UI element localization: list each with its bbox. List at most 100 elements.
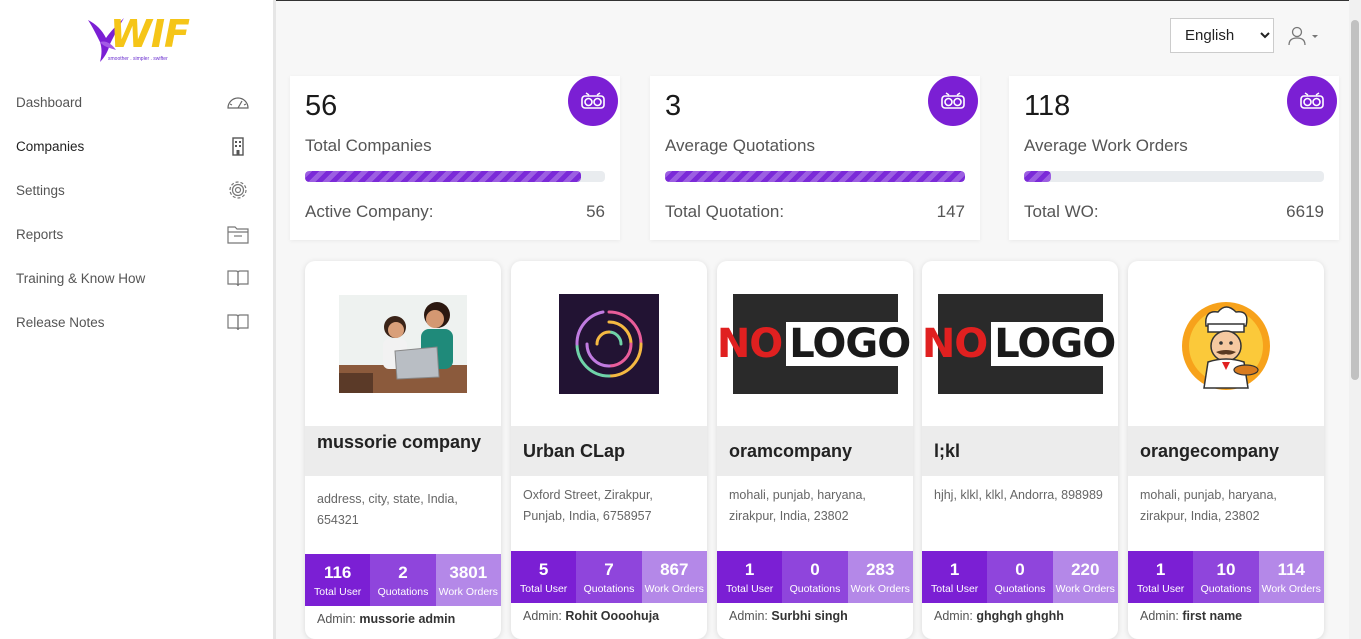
admin-name: Surbhi singh	[771, 609, 848, 623]
total-user-label: Total User	[726, 582, 774, 595]
stat-quotations: 0 Quotations	[782, 551, 848, 603]
sidebar-item-training[interactable]: Training & Know How	[0, 256, 273, 300]
language-select[interactable]: English	[1170, 18, 1274, 53]
admin-prefix: Admin:	[317, 612, 356, 626]
sidebar-item-release-notes[interactable]: Release Notes	[0, 300, 273, 344]
caret-down-icon	[1312, 35, 1318, 38]
stat-progress-fill	[1024, 171, 1051, 182]
stat-quotations: 0 Quotations	[987, 551, 1053, 603]
nologo-no-text: NO	[922, 320, 988, 367]
sidebar-item-dashboard[interactable]: Dashboard	[0, 80, 273, 124]
stat-quotations: 10 Quotations	[1193, 551, 1259, 603]
nologo-no-text: NO	[717, 320, 783, 367]
total-user-label: Total User	[931, 582, 979, 595]
eyes-icon	[941, 92, 965, 109]
company-name[interactable]: Urban CLap	[511, 426, 707, 476]
stat-foot-label: Active Company:	[305, 202, 434, 221]
total-user-value: 116	[323, 562, 352, 582]
company-name[interactable]: oramcompany	[717, 426, 913, 476]
stat-progress-fill	[665, 171, 965, 182]
sidebar-item-label: Reports	[16, 226, 64, 242]
work-orders-value: 867	[660, 559, 689, 579]
no-logo-image: NO LOGO	[922, 293, 1118, 394]
stat-total-user: 1 Total User	[717, 551, 783, 603]
admin-name: Rohit Oooohuja	[565, 609, 660, 623]
nologo-logo-text: LOGO	[991, 321, 1118, 366]
work-orders-value: 283	[866, 559, 895, 579]
stat-foot-value: 147	[936, 202, 965, 221]
eyes-icon	[1300, 92, 1324, 109]
stat-foot-label: Total Quotation:	[665, 202, 785, 221]
company-stats: 1 Total User 0 Quotations 283 Work Order…	[717, 551, 913, 603]
company-card[interactable]: mussorie company address, city, state, I…	[305, 261, 501, 639]
stat-work-orders: 220 Work Orders	[1052, 551, 1118, 603]
quotations-label: Quotations	[583, 582, 635, 595]
company-card[interactable]: NO LOGO l;kl hjhj, klkl, klkl, Andorra, 8…	[922, 261, 1118, 639]
folder-icon	[227, 226, 249, 244]
stat-foot-value: 6619	[1286, 202, 1324, 221]
company-card[interactable]: Urban CLap Oxford Street, Zirakpur, Punj…	[511, 261, 707, 639]
stat-badge	[1287, 76, 1337, 126]
stat-label: Total Companies	[305, 136, 432, 155]
company-photo-image	[339, 294, 467, 393]
user-icon	[1288, 26, 1306, 46]
total-user-value: 1	[1155, 559, 1166, 579]
admin-name: mussorie admin	[359, 612, 456, 626]
quotations-label: Quotations	[994, 582, 1046, 595]
stat-card: 56 Total Companies Active Company: 56	[290, 76, 620, 240]
stat-work-orders: 114 Work Orders	[1258, 551, 1324, 603]
company-address: Oxford Street, Zirakpur, Punjab, India, …	[523, 488, 653, 523]
sidebar: WIF smoother . simpler . swifter Dashboa…	[0, 0, 276, 639]
company-logo-image	[559, 293, 659, 394]
user-menu-button[interactable]	[1288, 24, 1322, 48]
company-name[interactable]: mussorie company	[305, 426, 501, 476]
company-logo	[511, 261, 707, 426]
scrollbar-thumb[interactable]	[1351, 20, 1359, 380]
work-orders-label: Work Orders	[644, 582, 704, 595]
stat-total-user: 1 Total User	[922, 551, 988, 603]
sidebar-item-label: Dashboard	[16, 94, 83, 110]
admin-prefix: Admin:	[729, 609, 768, 623]
company-address: address, city, state, India, 654321	[317, 492, 458, 527]
stat-label: Average Quotations	[665, 136, 815, 155]
work-orders-value: 220	[1071, 559, 1100, 579]
company-admin: Admin: first name	[1140, 609, 1242, 623]
company-admin: Admin: Rohit Oooohuja	[523, 609, 659, 623]
stat-card: 3 Average Quotations Total Quotation: 14…	[650, 76, 980, 240]
admin-prefix: Admin:	[934, 609, 973, 623]
brand-tagline: smoother . simpler . swifter	[108, 56, 168, 62]
company-stats: 116 Total User 2 Quotations 3801 Work Or…	[305, 554, 501, 606]
sidebar-item-settings[interactable]: Settings	[0, 168, 273, 212]
quotations-value: 7	[604, 559, 614, 579]
page-scrollbar[interactable]	[1349, 0, 1361, 639]
sidebar-nav: Dashboard Companies Settings Reports Tra…	[0, 80, 273, 344]
book-icon	[227, 314, 249, 331]
brand-logo[interactable]: WIF smoother . simpler . swifter	[86, 10, 196, 66]
quotations-value: 0	[810, 559, 820, 579]
admin-prefix: Admin:	[523, 609, 562, 623]
company-logo	[305, 261, 501, 426]
stat-card: 118 Average Work Orders Total WO: 6619	[1009, 76, 1339, 240]
company-address: hjhj, klkl, klkl, Andorra, 898989	[934, 488, 1103, 502]
sidebar-item-label: Training & Know How	[16, 270, 146, 286]
company-name[interactable]: l;kl	[922, 426, 1118, 476]
sidebar-item-reports[interactable]: Reports	[0, 212, 273, 256]
sidebar-item-companies[interactable]: Companies	[0, 124, 273, 168]
quotations-label: Quotations	[377, 585, 429, 598]
stat-foot-label: Total WO:	[1024, 202, 1099, 221]
work-orders-value: 3801	[449, 562, 488, 582]
quotations-value: 0	[1015, 559, 1025, 579]
total-user-value: 1	[744, 559, 755, 579]
company-card[interactable]: orangecompany mohali, punjab, haryana, z…	[1128, 261, 1324, 639]
stat-quotations: 2 Quotations	[370, 554, 436, 606]
company-logo: NO LOGO	[922, 261, 1118, 426]
company-card[interactable]: NO LOGO oramcompany mohali, punjab, harya…	[717, 261, 913, 639]
total-user-label: Total User	[1137, 582, 1185, 595]
company-name[interactable]: orangecompany	[1128, 426, 1324, 476]
stat-progress-bar	[665, 171, 965, 182]
stat-work-orders: 283 Work Orders	[847, 551, 913, 603]
stat-value: 3	[665, 90, 682, 122]
nologo-logo-text: LOGO	[786, 321, 913, 366]
company-address: mohali, punjab, haryana, zirakpur, India…	[729, 488, 866, 523]
stat-badge	[928, 76, 978, 126]
